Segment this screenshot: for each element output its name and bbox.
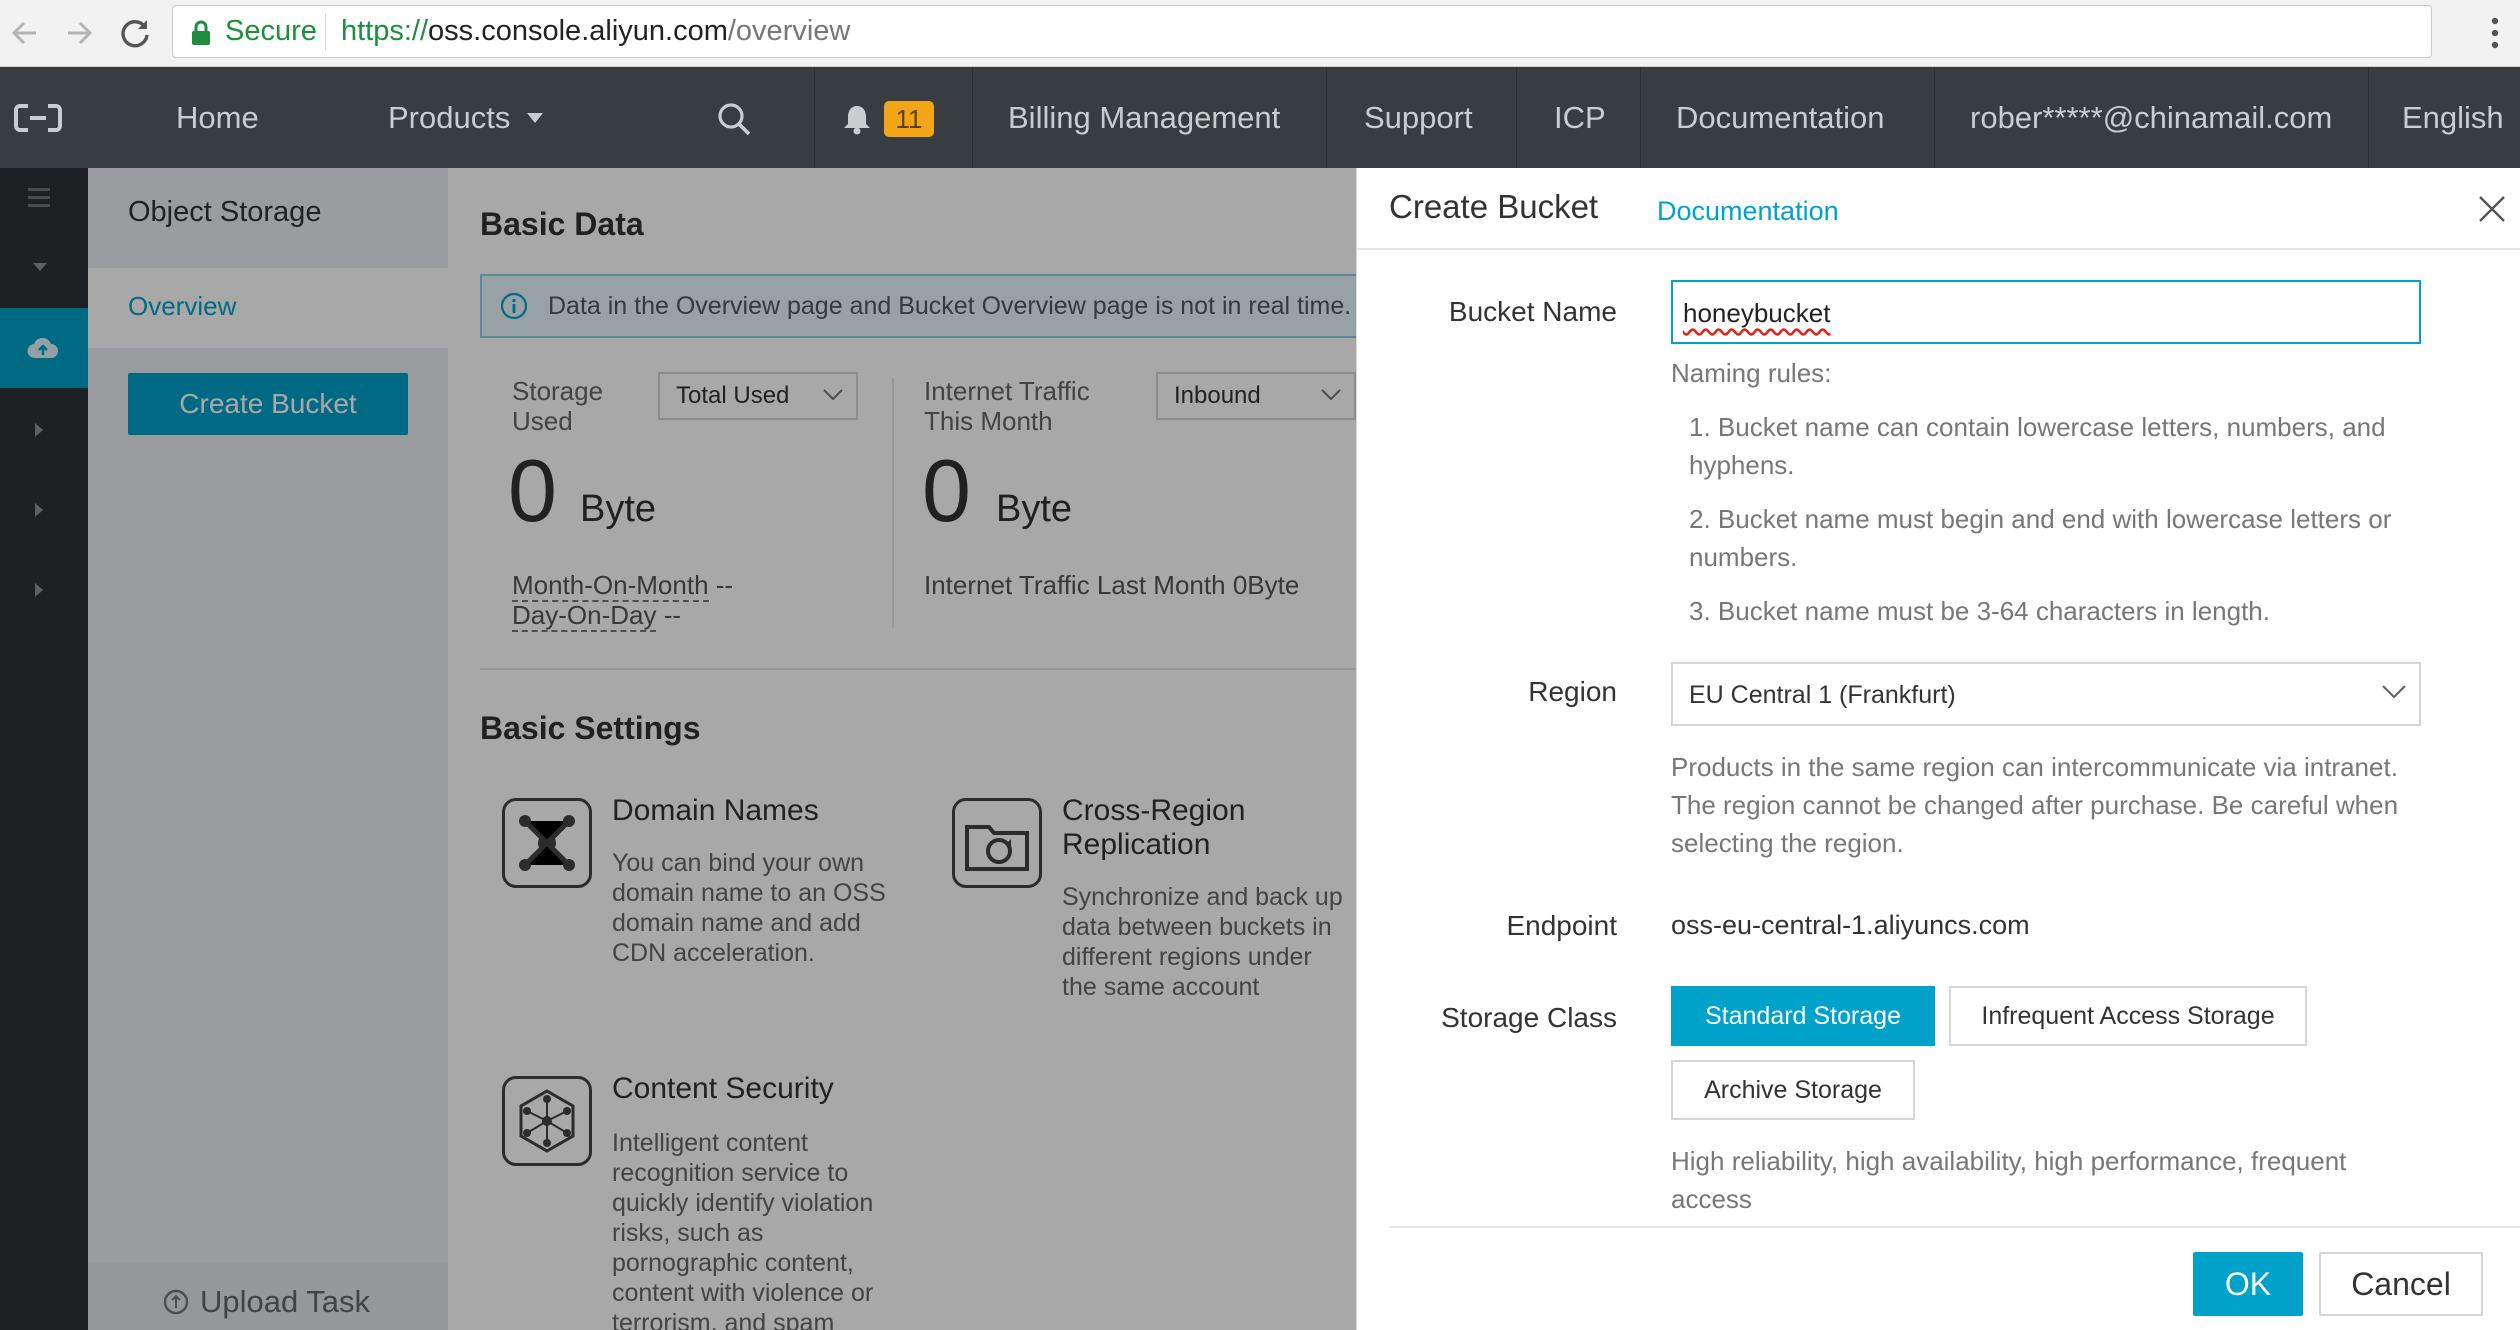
ok-button[interactable]: OK xyxy=(2193,1252,2303,1316)
region-label: Region xyxy=(1528,676,1617,707)
drawer-header-divider xyxy=(1357,248,2520,250)
forward-arrow-icon[interactable] xyxy=(58,12,100,54)
drawer-documentation-link[interactable]: Documentation xyxy=(1657,196,1839,227)
nav-divider xyxy=(972,67,973,168)
storage-class-standard-button[interactable]: Standard Storage xyxy=(1671,986,1935,1046)
bucket-name-value: honeybucket xyxy=(1683,298,1831,328)
naming-rule-item: 2. Bucket name must begin and end with l… xyxy=(1689,504,2392,572)
url-text[interactable]: https://oss.console.aliyun.com/overview xyxy=(341,15,850,48)
drawer-title: Create Bucket xyxy=(1389,188,1599,225)
browser-menu-icon[interactable] xyxy=(2490,16,2500,50)
aliyun-logo-icon[interactable] xyxy=(14,103,62,133)
nav-account[interactable]: rober*****@chinamail.com xyxy=(1970,67,2332,168)
region-help-text: Products in the same region can intercom… xyxy=(1671,752,2399,858)
nav-icp[interactable]: ICP xyxy=(1554,67,1606,168)
nav-language[interactable]: English xyxy=(2402,67,2504,168)
nav-documentation[interactable]: Documentation xyxy=(1676,67,1885,168)
endpoint-value: oss-eu-central-1.aliyuncs.com xyxy=(1671,910,2030,940)
search-icon[interactable] xyxy=(716,101,752,137)
naming-rule-item: 1. Bucket name can contain lowercase let… xyxy=(1689,412,2386,480)
storage-class-label: Storage Class xyxy=(1441,1002,1617,1033)
url-path: /overview xyxy=(727,15,851,47)
nav-divider xyxy=(2368,67,2369,168)
url-host: oss.console.aliyun.com xyxy=(428,15,728,47)
url-divider xyxy=(325,14,326,50)
nav-divider xyxy=(814,67,815,168)
create-bucket-drawer: Create Bucket Documentation Bucket Name … xyxy=(1356,168,2520,1330)
close-icon[interactable] xyxy=(2477,194,2507,224)
modal-backdrop[interactable] xyxy=(0,168,1356,1330)
region-value: EU Central 1 (Frankfurt) xyxy=(1689,681,1956,709)
reload-icon[interactable] xyxy=(114,12,156,54)
storage-class-archive-button[interactable]: Archive Storage xyxy=(1671,1060,1915,1120)
nav-divider xyxy=(1326,67,1327,168)
nav-divider xyxy=(1516,67,1517,168)
bucket-name-input[interactable]: honeybucket xyxy=(1671,280,2421,344)
browser-toolbar: Secure https://oss.console.aliyun.com/ov… xyxy=(0,0,2520,67)
nav-divider xyxy=(1934,67,1935,168)
lock-icon xyxy=(189,20,213,46)
naming-rule-item: 3. Bucket name must be 3-64 characters i… xyxy=(1689,596,2270,626)
storage-class-help-text: High reliability, high availability, hig… xyxy=(1671,1146,2347,1214)
nav-divider xyxy=(1640,67,1641,168)
nav-products-label: Products xyxy=(388,100,511,135)
nav-billing[interactable]: Billing Management xyxy=(1008,67,1280,168)
drawer-footer-divider xyxy=(1389,1226,2520,1228)
console-top-nav: Home Products 11 Billing Management Supp… xyxy=(0,67,2520,168)
caret-down-icon[interactable] xyxy=(526,112,544,124)
secure-label: Secure xyxy=(225,15,317,47)
cancel-button[interactable]: Cancel xyxy=(2319,1252,2483,1316)
bucket-name-label: Bucket Name xyxy=(1448,296,1617,327)
nav-products[interactable]: Products xyxy=(388,67,510,168)
region-select[interactable]: EU Central 1 (Frankfurt) xyxy=(1671,662,2421,726)
storage-class-infrequent-button[interactable]: Infrequent Access Storage xyxy=(1949,986,2307,1046)
back-arrow-icon[interactable] xyxy=(4,12,46,54)
nav-support[interactable]: Support xyxy=(1364,67,1473,168)
nav-home[interactable]: Home xyxy=(176,67,259,168)
bell-icon[interactable] xyxy=(842,103,872,135)
naming-rules-title: Naming rules: xyxy=(1671,358,1832,388)
url-scheme: https:// xyxy=(341,15,429,47)
chevron-down-icon xyxy=(2381,684,2407,700)
notification-badge[interactable]: 11 xyxy=(884,101,934,137)
address-bar[interactable]: Secure https://oss.console.aliyun.com/ov… xyxy=(172,5,2432,58)
endpoint-label: Endpoint xyxy=(1506,910,1617,941)
